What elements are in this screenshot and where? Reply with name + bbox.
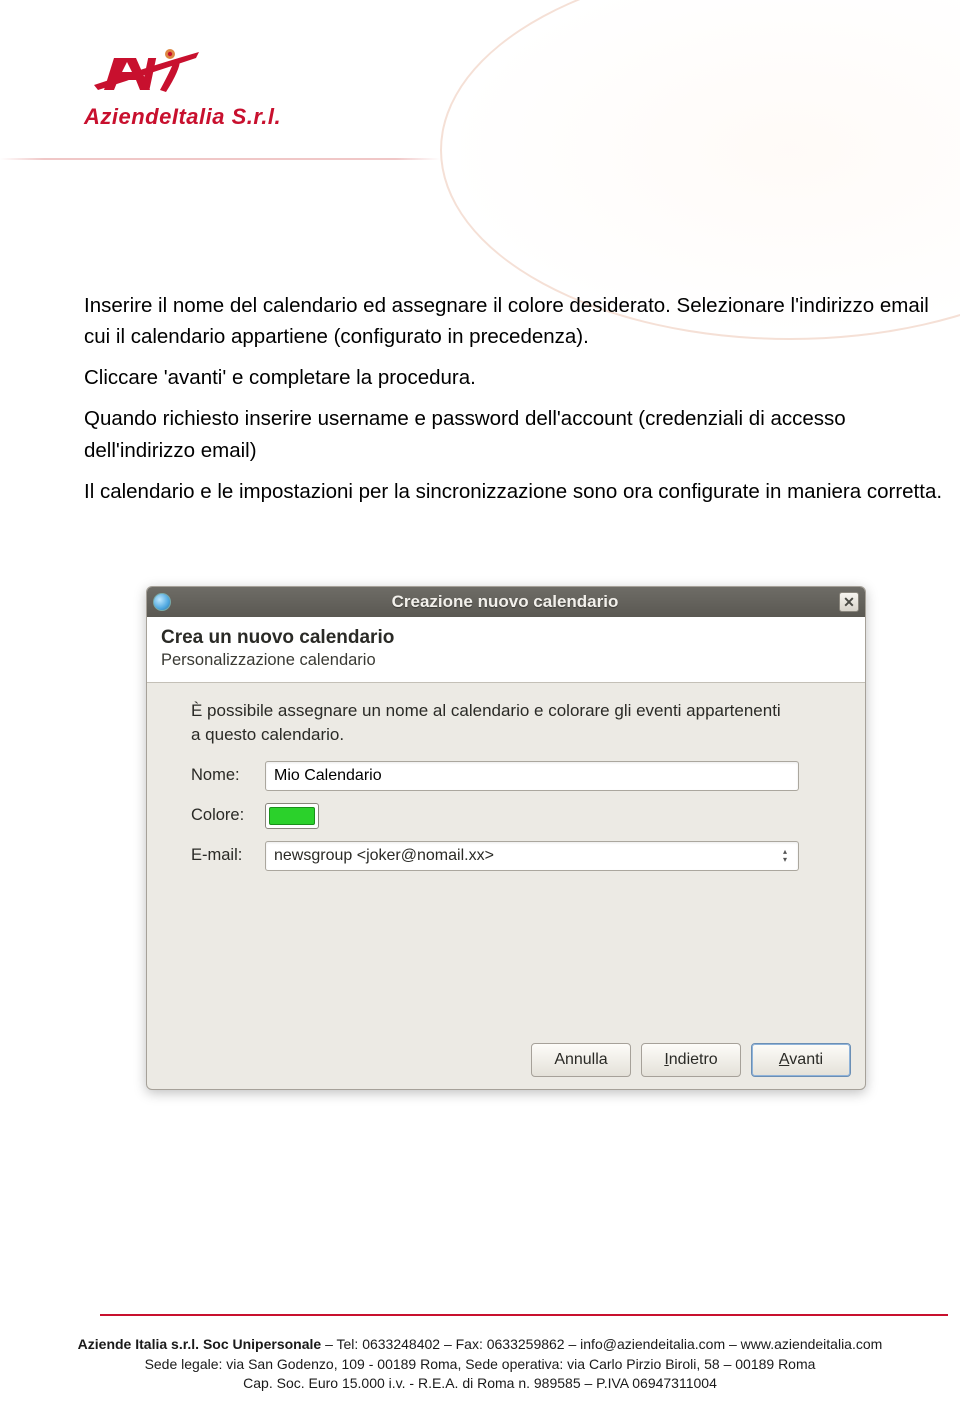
footer-line: Aziende Italia s.r.l. Soc Unipersonale –… <box>0 1335 960 1355</box>
dialog-heading: Crea un nuovo calendario <box>161 627 851 649</box>
name-input[interactable] <box>265 761 799 791</box>
email-value: newsgroup <joker@nomail.xx> <box>274 847 494 865</box>
close-icon[interactable]: ✕ <box>839 592 859 612</box>
footer-rule <box>100 1314 948 1316</box>
dialog-header: Crea un nuovo calendario Personalizzazio… <box>147 617 865 683</box>
color-picker[interactable] <box>265 803 319 829</box>
spinner-icon[interactable]: ▴▾ <box>776 845 794 867</box>
page-footer: Aziende Italia s.r.l. Soc Unipersonale –… <box>0 1335 960 1394</box>
background-curve <box>440 0 960 340</box>
paragraph: Il calendario e le impostazioni per la s… <box>84 476 960 507</box>
form-row-color: Colore: <box>191 803 841 829</box>
footer-line: Sede legale: via San Godenzo, 109 - 0018… <box>0 1355 960 1375</box>
dialog-description: È possibile assegnare un nome al calenda… <box>191 699 791 747</box>
dialog-body: È possibile assegnare un nome al calenda… <box>147 683 865 871</box>
instruction-text: Inserire il nome del calendario ed asseg… <box>84 290 960 517</box>
dialog-window: Creazione nuovo calendario ✕ Crea un nuo… <box>146 586 866 1090</box>
app-icon <box>153 593 171 611</box>
dialog-subheading: Personalizzazione calendario <box>161 651 851 670</box>
email-select[interactable]: newsgroup <joker@nomail.xx> ▴▾ <box>265 841 799 871</box>
name-label: Nome: <box>191 766 265 785</box>
color-label: Colore: <box>191 806 265 825</box>
form-row-email: E-mail: newsgroup <joker@nomail.xx> ▴▾ <box>191 841 841 871</box>
paragraph: Inserire il nome del calendario ed asseg… <box>84 290 960 352</box>
dialog-footer: Annulla Indietro Avanti <box>531 1043 851 1077</box>
paragraph: Quando richiesto inserire username e pas… <box>84 403 960 465</box>
footer-line: Cap. Soc. Euro 15.000 i.v. - R.E.A. di R… <box>0 1374 960 1394</box>
paragraph: Cliccare 'avanti' e completare la proced… <box>84 362 960 393</box>
back-button[interactable]: Indietro <box>641 1043 741 1077</box>
email-label: E-mail: <box>191 846 265 865</box>
logo-text: AziendeItalia S.r.l. <box>84 104 281 130</box>
window-title: Creazione nuovo calendario <box>171 592 839 612</box>
titlebar[interactable]: Creazione nuovo calendario ✕ <box>147 587 865 617</box>
next-button[interactable]: Avanti <box>751 1043 851 1077</box>
cancel-button[interactable]: Annulla <box>531 1043 631 1077</box>
logo: AziendeItalia S.r.l. <box>84 40 281 130</box>
logo-mark-icon <box>84 40 204 100</box>
header-rule <box>0 158 440 160</box>
color-swatch-icon <box>269 807 315 825</box>
form-row-name: Nome: <box>191 761 841 791</box>
